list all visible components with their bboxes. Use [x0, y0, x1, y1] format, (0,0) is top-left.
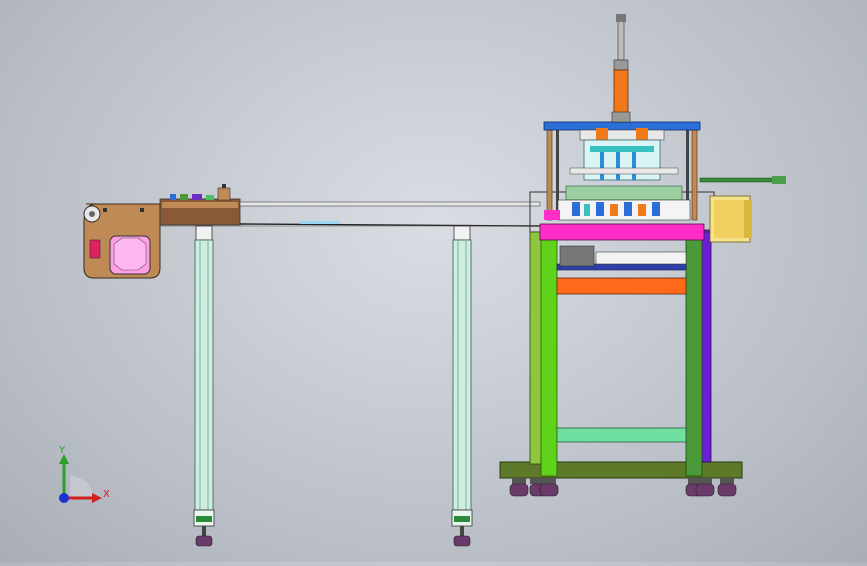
conveyor-drive-head[interactable]	[83, 203, 161, 279]
machine-frame[interactable]	[499, 191, 743, 497]
frame-leg-left	[540, 237, 558, 477]
support-column-left[interactable]	[193, 225, 215, 547]
frame-feet	[509, 478, 737, 497]
top-blue-plate	[543, 121, 701, 131]
leveling-foot-icon	[195, 535, 213, 547]
axis-triad[interactable]: Y X	[58, 445, 110, 503]
support-column-middle[interactable]	[451, 225, 473, 547]
x-axis-label: X	[103, 489, 110, 500]
cross-bar-orange	[556, 277, 687, 295]
cad-viewport[interactable]: Y X	[0, 0, 867, 562]
z-axis-icon	[59, 493, 69, 503]
cylinder-rod	[617, 19, 625, 61]
upper-press-assembly[interactable]	[543, 14, 786, 221]
leveling-foot-icon	[453, 535, 471, 547]
machine-drawing: Y X	[58, 14, 786, 547]
green-button-icon[interactable]	[180, 194, 188, 200]
gear-motor-icon	[559, 245, 595, 267]
purple-button-icon[interactable]	[192, 194, 202, 200]
blue-button-icon[interactable]	[170, 194, 176, 200]
side-rod	[699, 177, 785, 183]
air-cylinder	[613, 69, 629, 115]
cross-bar-bottom	[556, 427, 687, 443]
knob-icon[interactable]	[217, 187, 231, 201]
frame-leg-right	[685, 237, 703, 477]
top-plate	[539, 223, 705, 241]
red-label-plate	[89, 239, 101, 259]
conveyor-control-block[interactable]	[159, 184, 241, 226]
y-axis-label: Y	[58, 445, 66, 456]
servo-motor[interactable]	[709, 195, 752, 243]
